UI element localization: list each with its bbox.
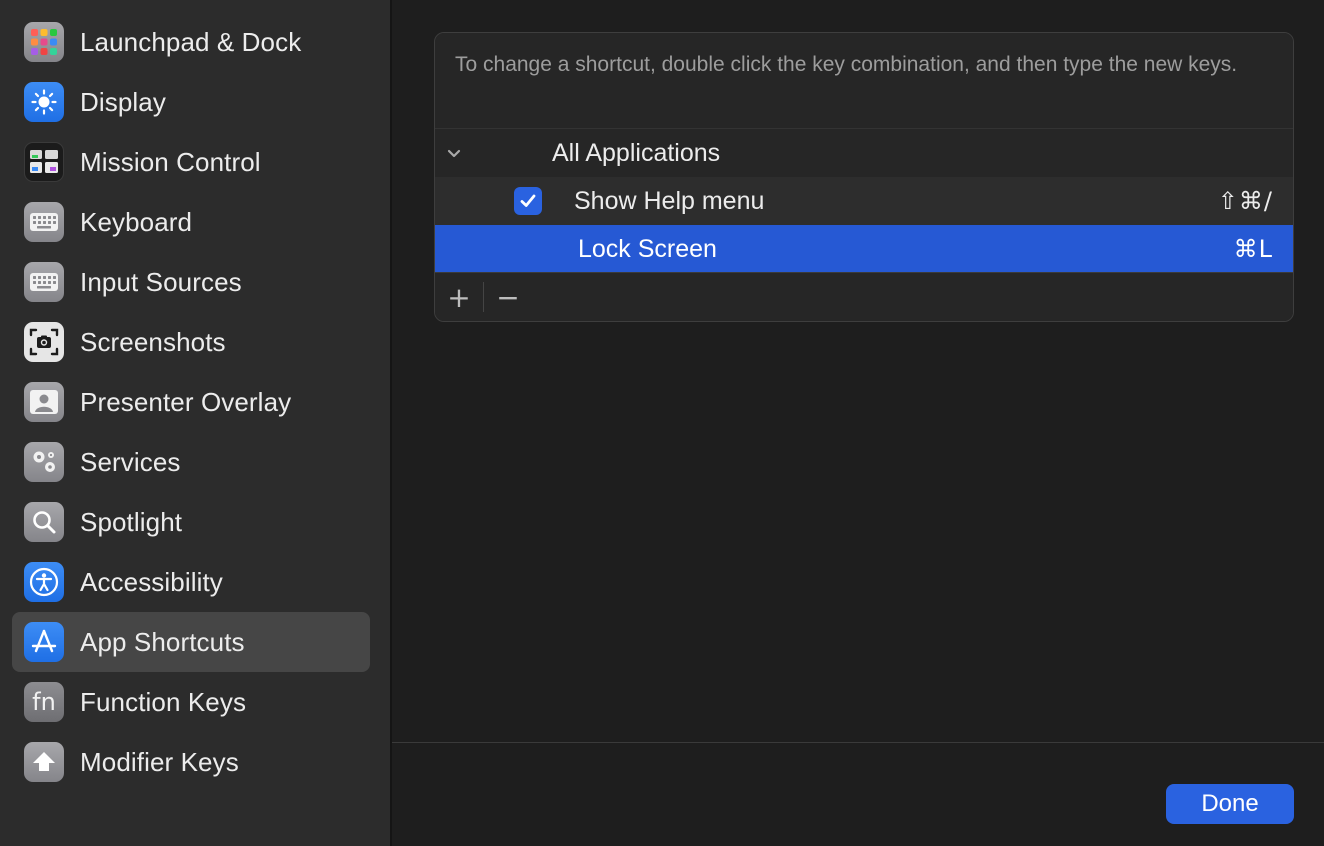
shortcuts-panel: To change a shortcut, double click the k… xyxy=(434,32,1294,322)
sidebar-item-keyboard[interactable]: Keyboard xyxy=(12,192,370,252)
display-icon xyxy=(24,82,64,122)
modifier-keys-icon xyxy=(24,742,64,782)
settings-window: Launchpad & Dock Display Mission Control… xyxy=(0,0,1324,846)
sidebar-item-label: Mission Control xyxy=(80,146,261,177)
sidebar-item-function-keys[interactable]: fn Function Keys xyxy=(12,672,370,732)
enabled-checkbox[interactable] xyxy=(514,187,542,215)
sidebar-item-display[interactable]: Display xyxy=(12,72,370,132)
shortcut-keys[interactable]: ⌘L xyxy=(1234,235,1273,263)
sidebar-item-spotlight[interactable]: Spotlight xyxy=(12,492,370,552)
sidebar-item-mission-control[interactable]: Mission Control xyxy=(12,132,370,192)
presenter-overlay-icon xyxy=(24,382,64,422)
sidebar-item-modifier-keys[interactable]: Modifier Keys xyxy=(12,732,370,792)
main-content: To change a shortcut, double click the k… xyxy=(392,0,1324,846)
sidebar-item-accessibility[interactable]: Accessibility xyxy=(12,552,370,612)
list-toolbar: + − xyxy=(435,272,1293,321)
sidebar-item-label: Spotlight xyxy=(80,506,183,537)
sidebar-item-label: Services xyxy=(80,446,181,477)
group-label: All Applications xyxy=(552,138,721,167)
sidebar-item-app-shortcuts[interactable]: App Shortcuts xyxy=(12,612,370,672)
sidebar-item-label: Input Sources xyxy=(80,266,242,297)
sidebar-item-label: Keyboard xyxy=(80,206,193,237)
sidebar-item-label: Presenter Overlay xyxy=(80,386,292,417)
sidebar-item-services[interactable]: Services xyxy=(12,432,370,492)
done-button[interactable]: Done xyxy=(1166,784,1294,824)
accessibility-icon xyxy=(24,562,64,602)
function-keys-icon-text: fn xyxy=(32,688,56,716)
spotlight-icon xyxy=(24,502,64,542)
sidebar-item-screenshots[interactable]: Screenshots xyxy=(12,312,370,372)
sidebar: Launchpad & Dock Display Mission Control… xyxy=(0,0,392,846)
app-shortcuts-icon xyxy=(24,622,64,662)
sidebar-item-label: Launchpad & Dock xyxy=(80,26,302,57)
keyboard-icon xyxy=(24,202,64,242)
shortcut-keys[interactable]: ⇧⌘/ xyxy=(1218,187,1273,215)
group-row-all-applications[interactable]: All Applications xyxy=(435,129,1293,177)
shortcut-row-lock-screen[interactable]: Lock Screen ⌘L xyxy=(435,225,1293,273)
launchpad-icon xyxy=(24,22,64,62)
sidebar-item-label: Display xyxy=(80,86,166,117)
sidebar-item-label: Function Keys xyxy=(80,686,247,717)
input-sources-icon xyxy=(24,262,64,302)
chevron-down-icon[interactable] xyxy=(443,142,465,164)
sidebar-item-input-sources[interactable]: Input Sources xyxy=(12,252,370,312)
sidebar-item-label: Screenshots xyxy=(80,326,226,357)
add-shortcut-button[interactable]: + xyxy=(435,273,483,321)
checkmark-icon xyxy=(520,194,536,207)
remove-shortcut-button[interactable]: − xyxy=(484,273,532,321)
sidebar-item-launchpad-dock[interactable]: Launchpad & Dock xyxy=(12,12,370,72)
instructions-text: To change a shortcut, double click the k… xyxy=(435,33,1293,129)
shortcut-label: Show Help menu xyxy=(574,186,765,215)
sidebar-item-presenter-overlay[interactable]: Presenter Overlay xyxy=(12,372,370,432)
function-keys-icon: fn xyxy=(24,682,64,722)
sidebar-item-label: Modifier Keys xyxy=(80,746,239,777)
shortcut-row-show-help-menu[interactable]: Show Help menu ⇧⌘/ xyxy=(435,177,1293,225)
screenshots-icon xyxy=(24,322,64,362)
footer-divider xyxy=(392,742,1324,743)
sidebar-item-label: Accessibility xyxy=(80,566,223,597)
mission-control-icon xyxy=(24,142,64,182)
shortcut-label: Lock Screen xyxy=(578,234,717,263)
services-icon xyxy=(24,442,64,482)
sidebar-item-label: App Shortcuts xyxy=(80,626,245,657)
